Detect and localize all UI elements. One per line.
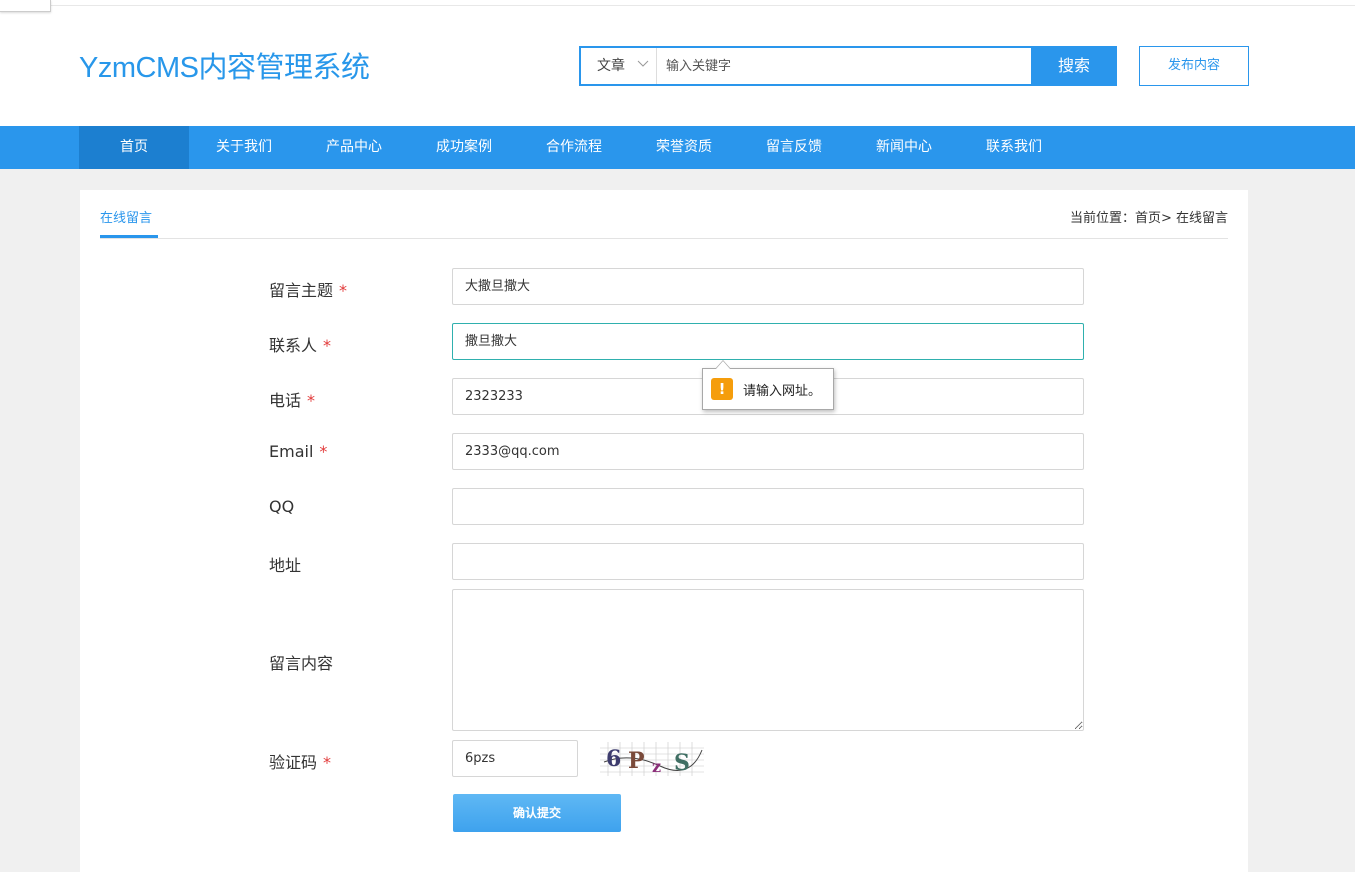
captcha-char: z — [652, 757, 661, 776]
top-divider — [0, 5, 1355, 6]
nav-item-feedback[interactable]: 留言反馈 — [739, 126, 849, 169]
captcha-input[interactable]: 6pzs — [452, 740, 578, 777]
message-label: 留言内容 — [269, 654, 334, 673]
captcha-label-text: 验证码 — [269, 753, 318, 772]
required-mark: * — [323, 336, 332, 355]
tab-divider — [100, 238, 1228, 239]
contact-label: 联系人 * — [269, 332, 331, 356]
address-label: 地址 — [269, 556, 302, 575]
required-mark: * — [339, 281, 348, 300]
contact-input[interactable]: 撒旦撒大 — [452, 323, 1084, 360]
submit-button[interactable]: 确认提交 — [453, 794, 621, 832]
required-mark: * — [319, 442, 328, 461]
captcha-image[interactable]: 6 P z S — [600, 742, 704, 776]
search-button[interactable]: 搜索 — [1031, 46, 1117, 86]
subject-input[interactable]: 大撒旦撒大 — [452, 268, 1084, 305]
email-label-text: Email — [269, 442, 314, 461]
search-box: 文章 — [579, 46, 1033, 86]
captcha-label: 验证码 * — [269, 749, 331, 773]
contact-label-text: 联系人 — [269, 336, 318, 355]
content-panel: 在线留言 当前位置：首页> 在线留言 留言主题 * 联系人 * 电话 * Email *… — [80, 190, 1248, 872]
qq-label: QQ — [269, 497, 295, 516]
phone-label-text: 电话 — [269, 391, 302, 410]
required-mark: * — [307, 391, 316, 410]
search-input[interactable] — [658, 48, 1028, 84]
main-nav: 首页 关于我们 产品中心 成功案例 合作流程 荣誉资质 留言反馈 新闻中心 联系… — [0, 126, 1355, 169]
subject-label: 留言主题 * — [269, 277, 347, 301]
phone-label: 电话 * — [269, 387, 315, 411]
nav-item-about[interactable]: 关于我们 — [189, 126, 299, 169]
captcha-char: 6 — [606, 746, 621, 772]
required-mark: * — [323, 753, 332, 772]
header: YzmCMS内容管理系统 文章 搜索 发布内容 — [0, 0, 1355, 126]
subject-label-text: 留言主题 — [269, 281, 334, 300]
tooltip-message: 请输入网址。 — [743, 384, 822, 399]
nav-item-honors[interactable]: 荣誉资质 — [629, 126, 739, 169]
captcha-char: P — [628, 748, 645, 774]
message-textarea[interactable] — [452, 589, 1084, 731]
nav-item-news[interactable]: 新闻中心 — [849, 126, 959, 169]
nav-item-home[interactable]: 首页 — [79, 126, 189, 169]
qq-input[interactable] — [452, 488, 1084, 525]
tab-online-message[interactable]: 在线留言 — [100, 207, 152, 226]
captcha-char: S — [674, 750, 690, 776]
search-type-label: 文章 — [597, 58, 625, 74]
nav-item-contact[interactable]: 联系我们 — [959, 126, 1069, 169]
address-input[interactable] — [452, 543, 1084, 580]
chevron-down-icon — [637, 60, 649, 67]
search-type-select[interactable]: 文章 — [581, 48, 657, 84]
corner-tab — [0, 0, 51, 12]
tooltip-arrow — [715, 360, 731, 369]
email-label: Email * — [269, 442, 327, 461]
validation-tooltip: ! 请输入网址。 — [702, 360, 834, 410]
nav-item-products[interactable]: 产品中心 — [299, 126, 409, 169]
publish-button[interactable]: 发布内容 — [1139, 46, 1249, 86]
warning-icon: ! — [711, 378, 733, 400]
nav-item-process[interactable]: 合作流程 — [519, 126, 629, 169]
email-input[interactable]: 2333@qq.com — [452, 433, 1084, 470]
site-logo[interactable]: YzmCMS内容管理系统 — [79, 44, 370, 86]
breadcrumb: 当前位置：首页> 在线留言 — [1069, 211, 1228, 226]
nav-item-cases[interactable]: 成功案例 — [409, 126, 519, 169]
